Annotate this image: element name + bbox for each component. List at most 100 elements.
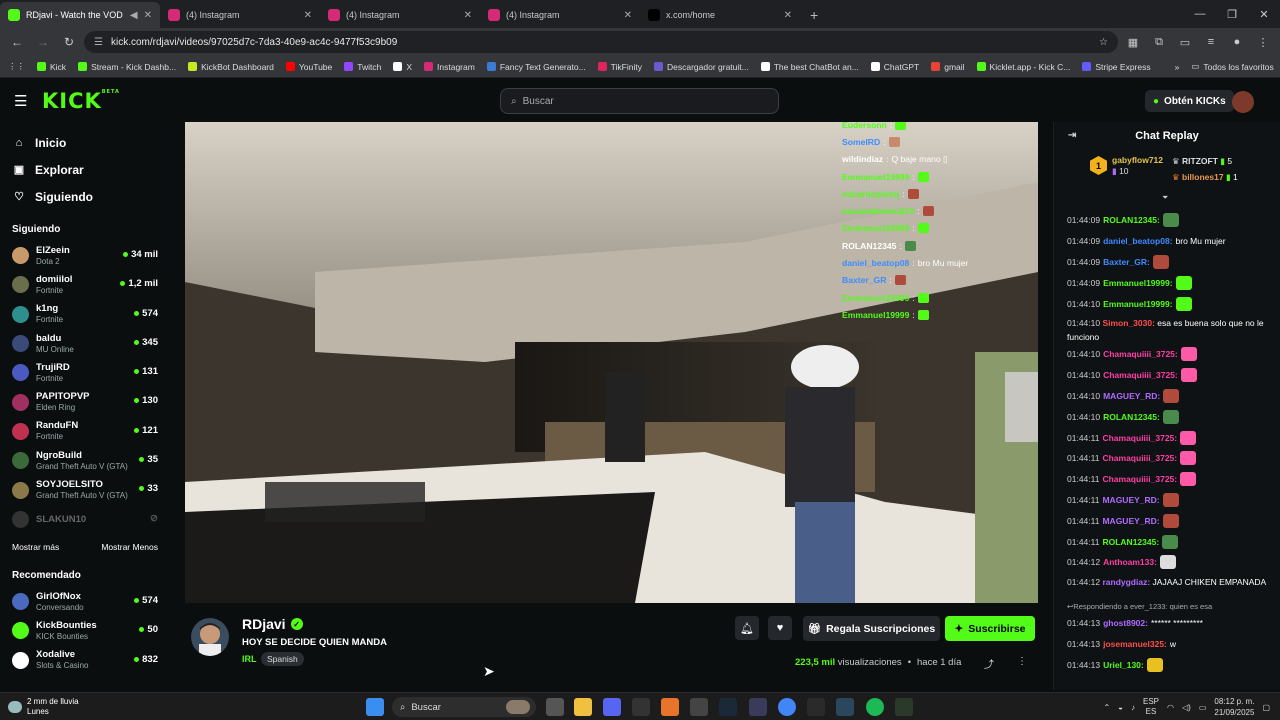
taskbar-search[interactable]: ⌕ Buscar	[392, 697, 536, 717]
windows-start-icon[interactable]	[366, 698, 384, 716]
channel-item[interactable]: Xodalive Slots & Casino 832	[0, 646, 170, 675]
more-options-icon[interactable]: ⋮	[1017, 656, 1027, 667]
chat-username[interactable]: Baxter_GR:	[1103, 257, 1150, 267]
user-avatar[interactable]	[1232, 91, 1254, 113]
chat-username[interactable]: Chamaquiiii_3725:	[1103, 370, 1178, 380]
expand-arrow-icon[interactable]: ⏷	[1162, 193, 1168, 203]
browser-menu-icon[interactable]: ⋮	[1252, 31, 1274, 53]
bookmark-item[interactable]: Stripe Express	[1082, 62, 1151, 72]
category-link[interactable]: IRL	[242, 654, 257, 664]
browser-tab[interactable]: (4) Instagram ✕	[480, 2, 640, 28]
channel-item[interactable]: TrujiRD Fortnite 131	[0, 358, 170, 387]
browser-tab[interactable]: (4) Instagram ✕	[160, 2, 320, 28]
battery-icon[interactable]: ▭	[1199, 703, 1207, 712]
chat-username[interactable]: Simon_3030:	[1102, 318, 1154, 328]
lang-indicator[interactable]: ESP ES	[1143, 697, 1159, 717]
channel-item[interactable]: domiilol Fortnite 1,2 mil	[0, 270, 170, 299]
epic-games-icon[interactable]	[632, 698, 650, 716]
chat-username[interactable]: randygdiaz:	[1102, 577, 1150, 587]
puzzle-icon[interactable]: ⧉	[1148, 31, 1170, 53]
url-field[interactable]: ☰ kick.com/rdjavi/videos/97025d7c-7da3-4…	[84, 31, 1118, 53]
gift-subs-button[interactable]: 🎁︎ Regala Suscripciones	[803, 616, 940, 641]
app-orange-icon[interactable]	[661, 698, 679, 716]
mic-icon[interactable]: ♪	[1131, 703, 1135, 712]
video-player[interactable]: Eudersonn: SomeIRD: wildindiaz: Q baje mano…	[185, 122, 1038, 603]
bookmark-item[interactable]: Kick	[37, 62, 66, 72]
sidebar-item-inicio[interactable]: ⌂ Inicio	[0, 129, 170, 156]
weather-widget[interactable]: 2 mm de lluvia Lunes	[8, 697, 79, 717]
sidebar-item-explorar[interactable]: ▣ Explorar	[0, 156, 170, 183]
channel-name[interactable]: RDjavi	[242, 616, 286, 632]
chat-username[interactable]: ROLAN12345:	[1102, 537, 1159, 547]
bookmark-item[interactable]: Fancy Text Generato...	[486, 62, 586, 72]
app-g-icon[interactable]	[807, 698, 825, 716]
chat-username[interactable]: ROLAN12345:	[1103, 215, 1160, 225]
channel-item[interactable]: KickBounties KICK Bounties 50	[0, 616, 170, 645]
tray-arrow-icon[interactable]: ⌃	[1103, 703, 1110, 712]
extension-icon[interactable]: ▦	[1122, 31, 1144, 53]
chat-username[interactable]: MAGUEY_RD:	[1102, 495, 1159, 505]
chat-username[interactable]: MAGUEY_RD:	[1103, 391, 1160, 401]
bookmark-item[interactable]: Twitch	[344, 62, 381, 72]
hamburger-menu-icon[interactable]: ☰	[14, 92, 34, 110]
subscribe-button[interactable]: ✦ Suscribirse	[945, 616, 1035, 641]
media-icon[interactable]: ≡	[1200, 31, 1222, 53]
chat-username[interactable]: Emmanuel19999:	[1103, 278, 1172, 288]
chat-username[interactable]: Anthoam133:	[1103, 557, 1157, 567]
leader-name[interactable]: RITZOFT	[1182, 156, 1218, 166]
show-more-button[interactable]: Mostrar más	[12, 542, 59, 552]
chat-username[interactable]: daniel_beatop08:	[1103, 236, 1172, 246]
notification-bell-icon[interactable]: 🔔︎	[735, 616, 759, 640]
follow-heart-icon[interactable]: ♥	[768, 616, 792, 640]
spotify-icon[interactable]	[866, 698, 884, 716]
chrome-icon[interactable]	[778, 698, 796, 716]
chat-username[interactable]: Chamaquiiii_3725:	[1103, 349, 1178, 359]
volume-icon[interactable]: ◁)	[1182, 703, 1191, 712]
forward-icon[interactable]: →	[32, 31, 54, 53]
bookmark-item[interactable]: TikFinity	[597, 62, 642, 72]
chat-username[interactable]: Emmanuel19999:	[1103, 299, 1172, 309]
steam-icon[interactable]	[719, 698, 737, 716]
notifications-icon[interactable]: ▢	[1262, 703, 1270, 712]
clock[interactable]: 08:12 p. m. 21/09/2025	[1214, 696, 1254, 718]
bookmark-item[interactable]: Stream - Kick Dashb...	[78, 62, 176, 72]
channel-item[interactable]: k1ng Fortnite 574	[0, 300, 170, 329]
all-bookmarks-folder[interactable]: ▭ Todos los favoritos	[1191, 61, 1273, 72]
bookmark-item[interactable]: The best ChatBot an...	[760, 62, 859, 72]
sidebar-item-siguiendo[interactable]: ♡ Siguiendo	[0, 183, 170, 210]
more-bookmarks-icon[interactable]: »	[1175, 62, 1180, 72]
cast-icon[interactable]: ▭	[1174, 31, 1196, 53]
chat-username[interactable]: Uriel_130:	[1103, 660, 1144, 670]
task-view-icon[interactable]	[546, 698, 564, 716]
bookmark-item[interactable]: gmail	[931, 62, 965, 72]
tab-close-icon[interactable]: ✕	[144, 10, 152, 21]
terminal-icon[interactable]	[895, 698, 913, 716]
channel-item[interactable]: PAPITOPVP Elden Ring 130	[0, 387, 170, 416]
minimize-icon[interactable]: —	[1184, 0, 1216, 28]
collapse-chat-icon[interactable]: ⇥	[1068, 130, 1076, 141]
search-input[interactable]: ⌕ Buscar	[500, 88, 779, 114]
discord-icon[interactable]	[603, 698, 621, 716]
tab-close-icon[interactable]: ✕	[784, 10, 792, 21]
network-icon[interactable]: ◒	[1118, 703, 1123, 712]
channel-item[interactable]: RanduFN Fortnite 121	[0, 417, 170, 446]
chat-username[interactable]: ghost8902:	[1103, 618, 1148, 628]
channel-item[interactable]: ElZeein Dota 2 34 mil	[0, 241, 170, 270]
audio-icon[interactable]: ◀	[130, 10, 138, 21]
app-settings-icon[interactable]	[690, 698, 708, 716]
get-kicks-button[interactable]: ● Obtén KICKs	[1145, 90, 1234, 112]
chat-username[interactable]: MAGUEY_RD:	[1102, 516, 1159, 526]
reload-icon[interactable]: ↻	[58, 31, 80, 53]
tab-close-icon[interactable]: ✕	[304, 10, 312, 21]
apps-grid-icon[interactable]: ⋮⋮	[8, 61, 25, 72]
offline-channel[interactable]: SLAKUN10 ⊘	[0, 505, 170, 534]
steam-2-icon[interactable]	[836, 698, 854, 716]
channel-item[interactable]: baldu MU Online 345	[0, 329, 170, 358]
show-less-button[interactable]: Mostrar Menos	[101, 542, 158, 552]
tab-close-icon[interactable]: ✕	[624, 10, 632, 21]
restore-icon[interactable]: ❐	[1216, 0, 1248, 28]
bookmark-item[interactable]: Kicklet.app - Kick C...	[976, 62, 1070, 72]
bookmark-item[interactable]: Descargador gratuit...	[654, 62, 749, 72]
bookmark-item[interactable]: ChatGPT	[870, 62, 919, 72]
channel-item[interactable]: GirlOfNox Conversando 574	[0, 587, 170, 616]
